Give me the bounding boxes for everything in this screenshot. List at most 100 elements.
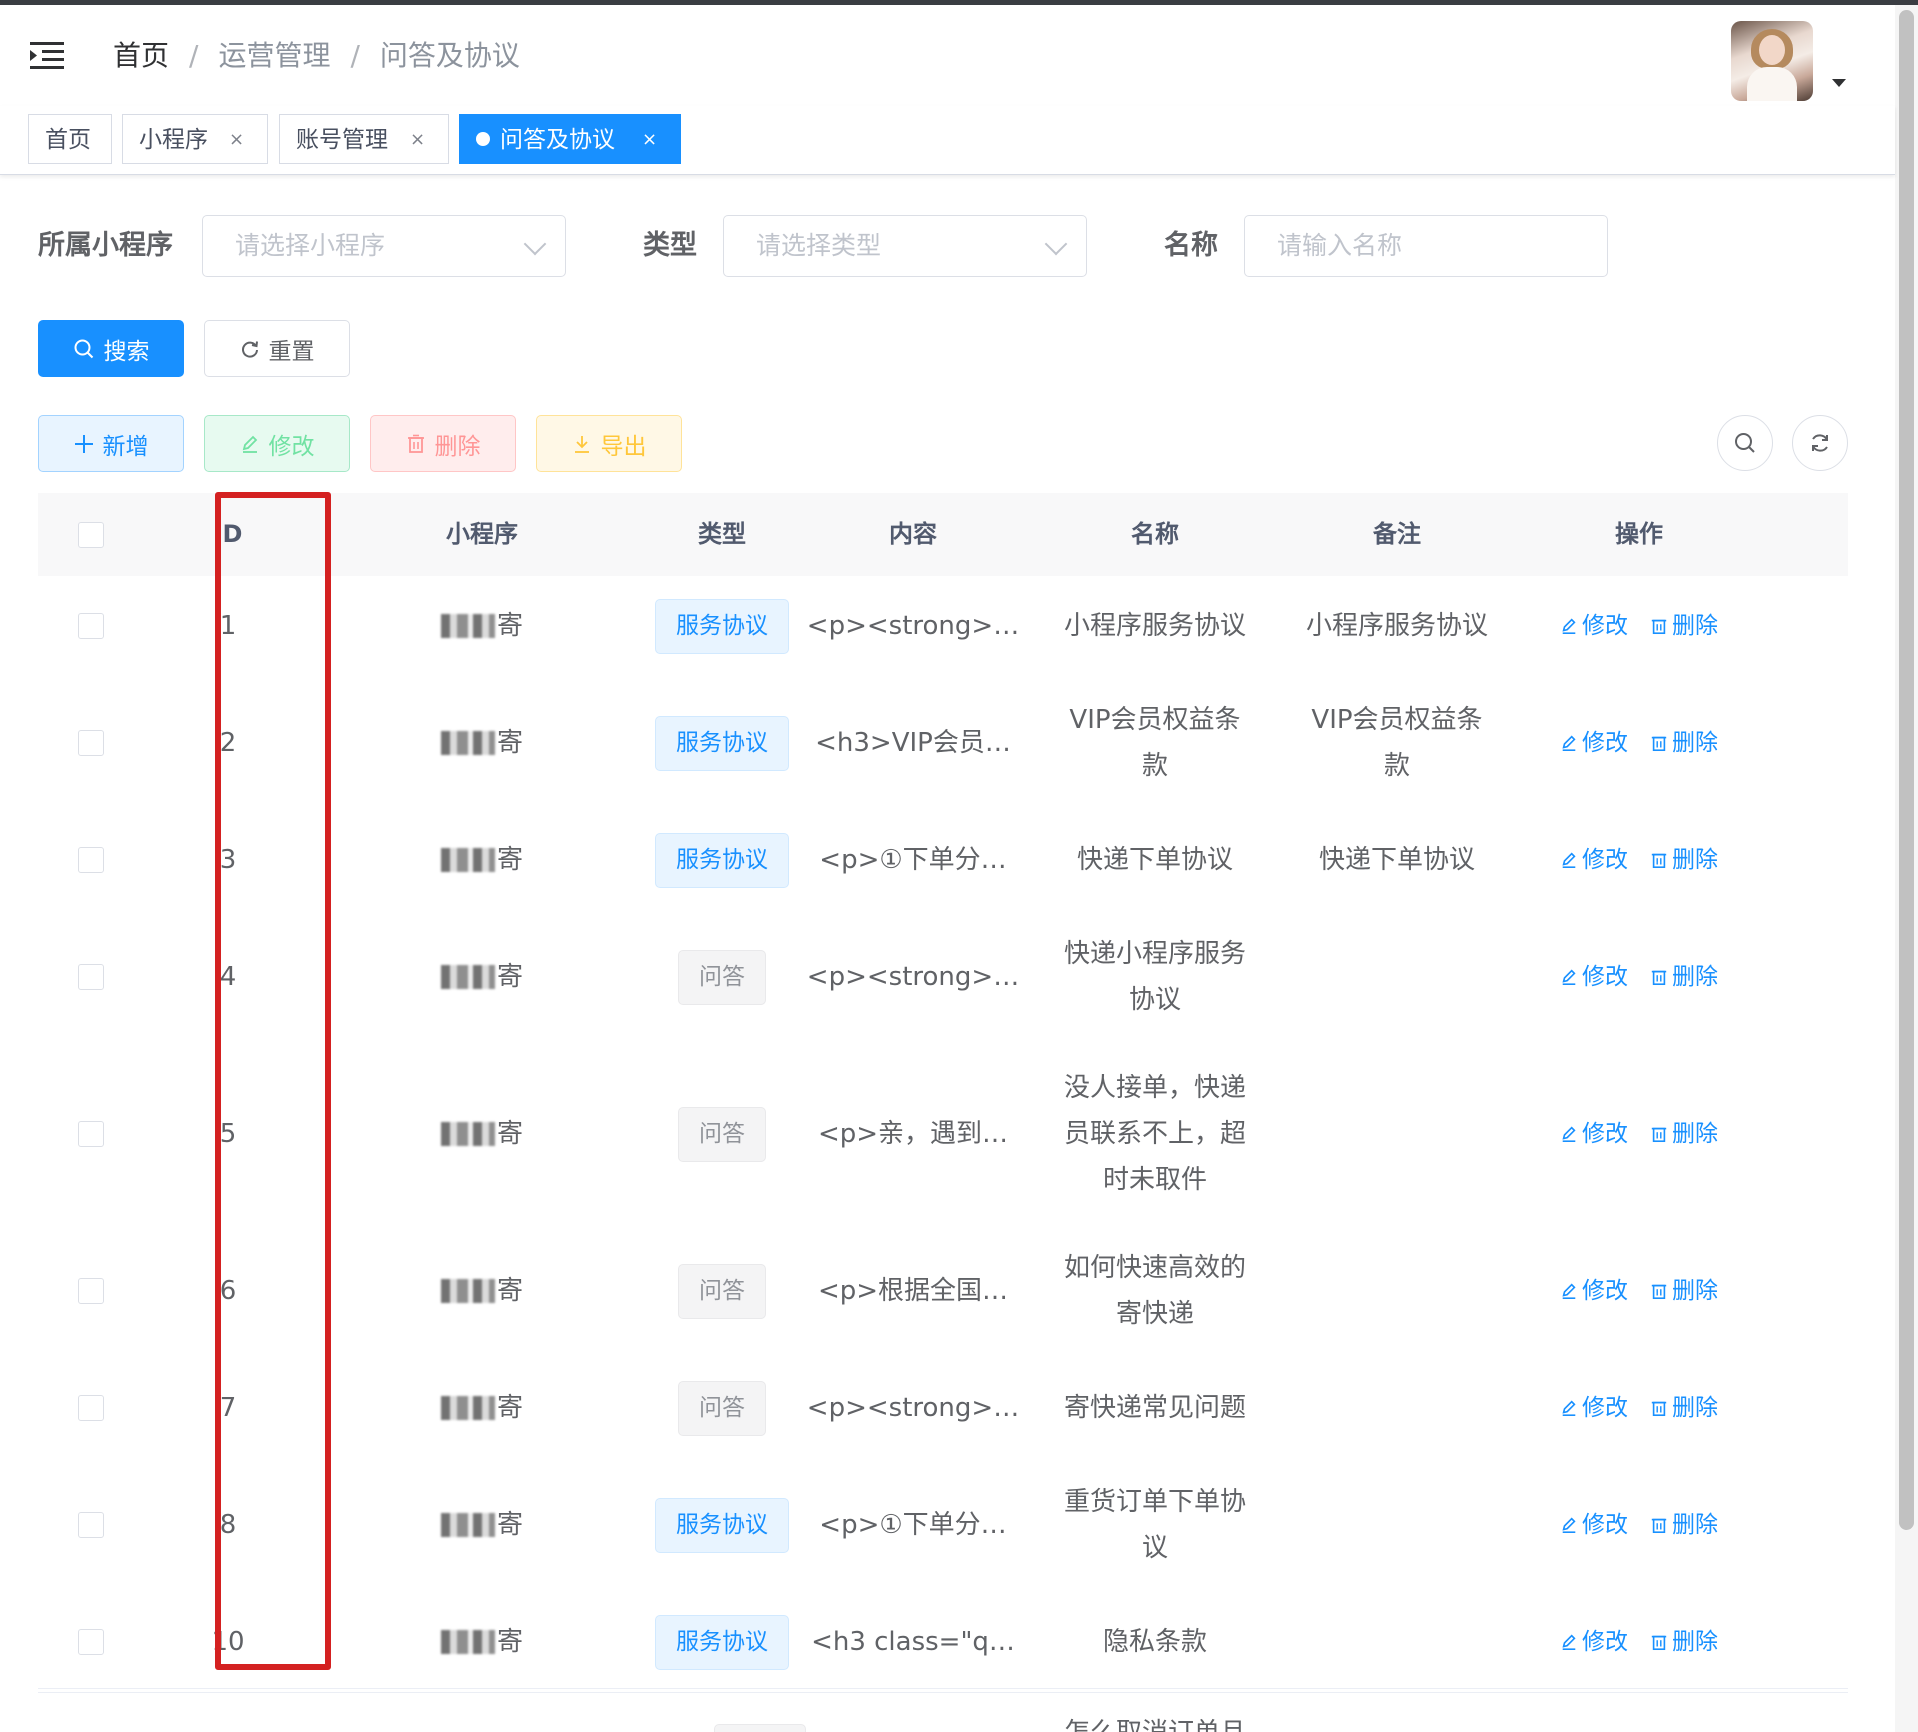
row-delete-label: 删除 bbox=[1672, 847, 1718, 873]
cell-id: 7 bbox=[219, 1393, 237, 1423]
row-edit-label: 修改 bbox=[1582, 1121, 1628, 1147]
name-input[interactable]: 请输入名称 bbox=[1244, 215, 1608, 277]
row-checkbox[interactable] bbox=[78, 847, 104, 873]
app-filter-label: 所属小程序 bbox=[38, 230, 173, 261]
row-edit-link[interactable]: 修改 bbox=[1560, 603, 1628, 649]
row-delete-link[interactable]: 删除 bbox=[1650, 1502, 1718, 1548]
redacted-app-name bbox=[440, 731, 495, 755]
edit-button[interactable]: 修改 bbox=[204, 415, 350, 472]
scrollbar-thumb[interactable] bbox=[1899, 10, 1914, 1530]
row-delete-link[interactable]: 删除 bbox=[1650, 1385, 1718, 1431]
row-delete-link[interactable]: 删除 bbox=[1650, 1268, 1718, 1314]
type-tag: 问答 bbox=[678, 1263, 766, 1319]
cell-app-text: 寄 bbox=[496, 845, 523, 875]
row-edit-link[interactable]: 修改 bbox=[1560, 1111, 1628, 1157]
row-delete-label: 删除 bbox=[1672, 1395, 1718, 1421]
row-delete-link[interactable]: 删除 bbox=[1650, 837, 1718, 883]
row-edit-label: 修改 bbox=[1582, 1278, 1628, 1304]
breadcrumb: 首页 / 运营管理 / 问答及协议 bbox=[113, 36, 520, 76]
breadcrumb-current: 问答及协议 bbox=[379, 39, 520, 72]
row-delete-link[interactable]: 删除 bbox=[1650, 603, 1718, 649]
row-edit-link[interactable]: 修改 bbox=[1560, 1619, 1628, 1665]
row-checkbox[interactable] bbox=[78, 613, 104, 639]
select-all-checkbox[interactable] bbox=[78, 521, 104, 548]
cell-id: 6 bbox=[219, 1276, 237, 1306]
search-button[interactable]: 搜索 bbox=[38, 320, 184, 377]
cell-remark bbox=[1276, 910, 1518, 1044]
app-select-placeholder: 请选择小程序 bbox=[235, 231, 386, 260]
tag-account-management[interactable]: 账号管理 × bbox=[279, 114, 449, 164]
cell-actions: 修改 删除 bbox=[1518, 1592, 1760, 1692]
table-row[interactable]: 2 寄 服务协议 <h3>VIP会员… VIP会员权益条款 VIP会员权益条款 修改 删除 bbox=[38, 676, 1848, 811]
row-delete-link[interactable]: 删除 bbox=[1650, 1619, 1718, 1665]
refresh-button[interactable] bbox=[1792, 415, 1848, 471]
row-divider bbox=[38, 1688, 1848, 1689]
type-tag: 服务协议 bbox=[655, 598, 789, 654]
tag-home[interactable]: 首页 bbox=[28, 114, 112, 164]
tag-qa-agreement[interactable]: 问答及协议 × bbox=[459, 114, 681, 164]
close-icon[interactable]: × bbox=[229, 115, 244, 165]
row-delete-label: 删除 bbox=[1672, 1512, 1718, 1538]
row-delete-link[interactable]: 删除 bbox=[1650, 720, 1718, 766]
user-avatar[interactable] bbox=[1731, 21, 1813, 101]
type-tag: 问答 bbox=[678, 1380, 766, 1436]
table-row[interactable]: 4 寄 问答 <p><strong>… 快递小程序服务协议 修改 删除 bbox=[38, 910, 1848, 1045]
partial-row-tag bbox=[714, 1724, 806, 1732]
row-edit-link[interactable]: 修改 bbox=[1560, 837, 1628, 883]
cell-content: <p>根据全国… bbox=[817, 1276, 1009, 1306]
row-checkbox[interactable] bbox=[78, 1278, 104, 1304]
cell-name-text: 寄快递常见问题 bbox=[1063, 1393, 1246, 1423]
row-edit-link[interactable]: 修改 bbox=[1560, 954, 1628, 1000]
page-scrollbar[interactable] bbox=[1895, 5, 1918, 1732]
export-button[interactable]: 导出 bbox=[536, 415, 682, 472]
row-checkbox[interactable] bbox=[78, 1629, 104, 1655]
cell-content: <p><strong>… bbox=[806, 611, 1020, 641]
row-checkbox[interactable] bbox=[78, 964, 104, 990]
cell-content: <p>亲，遇到… bbox=[817, 1119, 1009, 1149]
table-row[interactable]: 1 寄 服务协议 <p><strong>… 小程序服务协议 小程序服务协议 修改 删除 bbox=[38, 576, 1848, 677]
tag-label: 小程序 bbox=[139, 127, 208, 153]
cell-remark bbox=[1276, 1224, 1518, 1358]
close-icon[interactable]: × bbox=[410, 115, 425, 165]
menu-fold-icon[interactable] bbox=[30, 41, 64, 71]
header-select-all[interactable] bbox=[38, 493, 144, 576]
reset-button[interactable]: 重置 bbox=[204, 320, 350, 377]
breadcrumb-home[interactable]: 首页 bbox=[113, 36, 169, 76]
row-checkbox[interactable] bbox=[78, 1395, 104, 1421]
cell-app: 寄 bbox=[312, 810, 652, 910]
row-edit-link[interactable]: 修改 bbox=[1560, 1385, 1628, 1431]
type-select[interactable]: 请选择类型 bbox=[723, 215, 1087, 277]
row-edit-link[interactable]: 修改 bbox=[1560, 720, 1628, 766]
search-icon bbox=[74, 339, 93, 358]
delete-icon bbox=[1651, 1127, 1667, 1143]
table-row[interactable]: 8 寄 服务协议 <p>①下单分… 重货订单下单协议 修改 删除 bbox=[38, 1458, 1848, 1593]
row-checkbox[interactable] bbox=[78, 1121, 104, 1147]
cell-app-text: 寄 bbox=[496, 1627, 523, 1657]
row-edit-link[interactable]: 修改 bbox=[1560, 1502, 1628, 1548]
header-content: 内容 bbox=[889, 520, 937, 548]
delete-icon bbox=[407, 434, 424, 453]
cell-content: <h3 class="q… bbox=[811, 1627, 1015, 1657]
caret-down-icon[interactable] bbox=[1832, 79, 1846, 87]
tag-miniprogram[interactable]: 小程序 × bbox=[122, 114, 268, 164]
table-row[interactable]: 5 寄 问答 <p>亲，遇到… 没人接单，快递员联系不上，超时未取件 修改 删除 bbox=[38, 1044, 1848, 1225]
add-button[interactable]: 新增 bbox=[38, 415, 184, 472]
close-icon[interactable]: × bbox=[642, 115, 657, 165]
row-checkbox[interactable] bbox=[78, 730, 104, 756]
table-row[interactable]: 7 寄 问答 <p><strong>… 寄快递常见问题 修改 删除 bbox=[38, 1358, 1848, 1459]
table-row[interactable]: 10 寄 服务协议 <h3 class="q… 隐私条款 修改 删除 bbox=[38, 1592, 1848, 1693]
cell-id: 5 bbox=[219, 1119, 237, 1149]
redacted-app-name bbox=[440, 1396, 495, 1420]
table-row[interactable]: 6 寄 问答 <p>根据全国… 如何快速高效的寄快递 修改 删除 bbox=[38, 1224, 1848, 1359]
row-checkbox[interactable] bbox=[78, 1512, 104, 1538]
row-delete-link[interactable]: 删除 bbox=[1650, 1111, 1718, 1157]
row-delete-link[interactable]: 删除 bbox=[1650, 954, 1718, 1000]
delete-button[interactable]: 删除 bbox=[370, 415, 516, 472]
cell-id: 4 bbox=[219, 962, 237, 992]
row-edit-link[interactable]: 修改 bbox=[1560, 1268, 1628, 1314]
table-row[interactable]: 3 寄 服务协议 <p>①下单分… 快递下单协议 快递下单协议 修改 删除 bbox=[38, 810, 1848, 911]
cell-type: 问答 bbox=[652, 1224, 792, 1358]
toggle-search-button[interactable] bbox=[1717, 415, 1773, 471]
app-select[interactable]: 请选择小程序 bbox=[202, 215, 566, 277]
tags-view: 首页 小程序 × 账号管理 × 问答及协议 × bbox=[0, 106, 1895, 175]
